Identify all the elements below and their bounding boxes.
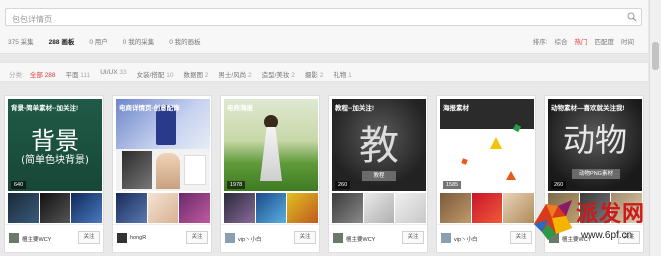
- header: 375 采集 288 画板 0 用户 0 我的采集 0 我的画板 排序: 综合 …: [0, 0, 648, 54]
- board-thumbnails: [116, 193, 211, 223]
- username[interactable]: hongR: [130, 235, 146, 241]
- card-footer: 檀主要WCY 关注: [329, 224, 427, 253]
- pin-count: 1585: [443, 181, 462, 189]
- cover-big-text: 动物: [562, 121, 627, 159]
- board-card[interactable]: 海报素材 1585 vip丶小白 关注: [436, 95, 536, 253]
- search-input[interactable]: [6, 11, 606, 28]
- follow-button[interactable]: 关注: [186, 231, 208, 244]
- category-label: 分类:: [9, 72, 24, 79]
- board-thumbnails: [440, 193, 535, 223]
- category-beauty[interactable]: 造型/美妆 2: [262, 69, 295, 79]
- follow-button[interactable]: 关注: [402, 231, 424, 244]
- sort-relevance[interactable]: 匹配度: [595, 36, 615, 46]
- tab-pins[interactable]: 375 采集: [8, 36, 34, 46]
- board-card[interactable]: 教程--加关注! 教 教程 260 檀主要WCY 关注: [328, 95, 428, 253]
- board-cover[interactable]: 背景-简单素材--加关注! 背景 (简单色块背景) 640: [8, 99, 102, 191]
- category-womens-fashion[interactable]: 女装/搭配 10: [137, 69, 174, 79]
- search-box[interactable]: [5, 8, 642, 28]
- watermark-url: www.6pf.cn: [581, 230, 633, 241]
- sort-popular[interactable]: 热门: [575, 36, 588, 46]
- board-cover[interactable]: 电商海报 1978: [224, 99, 318, 191]
- tab-users[interactable]: 0 用户: [89, 36, 107, 46]
- category-bar: 分类: 全部 288 平面 111 UI/UX 33 女装/搭配 10 数据图 …: [0, 62, 648, 82]
- tab-boards[interactable]: 288 画板: [49, 36, 75, 46]
- category-all[interactable]: 全部 288: [30, 69, 56, 79]
- category-photography[interactable]: 摄影 2: [305, 69, 323, 79]
- board-title: 动物素材—喜欢就关注我!: [551, 105, 625, 112]
- board-title: 教程--加关注!: [335, 105, 374, 112]
- board-thumbnails: [224, 193, 319, 223]
- category-uiux[interactable]: UI/UX 33: [100, 69, 126, 79]
- watermark-brand: 派发网: [576, 201, 646, 227]
- cover-tag: 动物PNG素材: [572, 169, 620, 179]
- sort-options: 排序: 综合 热门 匹配度 时间: [526, 36, 634, 46]
- pin-count: 640: [11, 181, 27, 189]
- board-title: 电商详情页-创意配饰: [119, 105, 180, 112]
- result-tabs: 375 采集 288 画板 0 用户 0 我的采集 0 我的画板: [8, 36, 216, 46]
- pin-count: 260: [551, 181, 567, 189]
- cover-tag: 教程: [362, 171, 396, 181]
- board-cover[interactable]: 动物素材—喜欢就关注我! 动物 动物PNG素材 260: [548, 99, 642, 191]
- board-cover[interactable]: 电商详情页-创意配饰: [116, 99, 210, 191]
- card-footer: hongR 关注: [113, 224, 211, 253]
- avatar[interactable]: [225, 233, 235, 243]
- follow-button[interactable]: 关注: [78, 231, 100, 244]
- sort-comprehensive[interactable]: 综合: [555, 36, 568, 46]
- tiger-logo-icon: [534, 200, 572, 240]
- board-card[interactable]: 背景-简单素材--加关注! 背景 (简单色块背景) 640 檀主要WCY 关注: [4, 95, 104, 253]
- card-footer: vip丶小白 关注: [437, 224, 535, 253]
- tab-my-pins[interactable]: 0 我的采集: [123, 36, 154, 46]
- board-thumbnails: [8, 193, 103, 223]
- sort-time[interactable]: 时间: [621, 36, 634, 46]
- avatar[interactable]: [441, 233, 451, 243]
- category-graphic[interactable]: 平面 111: [65, 69, 90, 79]
- sort-label: 排序:: [532, 39, 548, 46]
- pin-count: 1978: [227, 181, 246, 189]
- board-card[interactable]: 电商详情页-创意配饰 hongR 关注: [112, 95, 212, 253]
- category-data-charts[interactable]: 数据图 2: [183, 69, 208, 79]
- username[interactable]: vip丶小白: [238, 235, 262, 243]
- username[interactable]: vip丶小白: [454, 235, 478, 243]
- scrollbar-thumb[interactable]: [652, 42, 659, 70]
- cover-big-text: 教: [359, 123, 399, 169]
- avatar[interactable]: [117, 233, 127, 243]
- board-card[interactable]: 电商海报 1978 vip丶小白 关注: [220, 95, 320, 253]
- avatar[interactable]: [9, 233, 19, 243]
- category-gifts[interactable]: 礼物 1: [333, 69, 351, 79]
- board-title: 电商海报: [227, 105, 253, 112]
- username[interactable]: 檀主要WCY: [346, 235, 375, 243]
- board-thumbnails: [332, 193, 427, 223]
- follow-button[interactable]: 关注: [294, 231, 316, 244]
- category-mens-fashion[interactable]: 男士/风尚 2: [218, 69, 251, 79]
- board-title: 海报素材: [443, 105, 469, 112]
- card-footer: vip丶小白 关注: [221, 224, 319, 253]
- avatar[interactable]: [333, 233, 343, 243]
- board-title: 背景-简单素材--加关注!: [11, 105, 79, 112]
- username[interactable]: 檀主要WCY: [22, 235, 51, 243]
- search-icon[interactable]: [627, 12, 637, 22]
- cover-sub-text: (简单色块背景): [21, 155, 89, 166]
- board-cover[interactable]: 海报素材 1585: [440, 99, 534, 191]
- board-cover[interactable]: 教程--加关注! 教 教程 260: [332, 99, 426, 191]
- card-footer: 檀主要WCY 关注: [5, 224, 103, 253]
- pin-count: 260: [335, 181, 351, 189]
- tab-my-boards[interactable]: 0 我的画板: [169, 36, 200, 46]
- watermark: 派发网 www.6pf.cn: [528, 190, 658, 250]
